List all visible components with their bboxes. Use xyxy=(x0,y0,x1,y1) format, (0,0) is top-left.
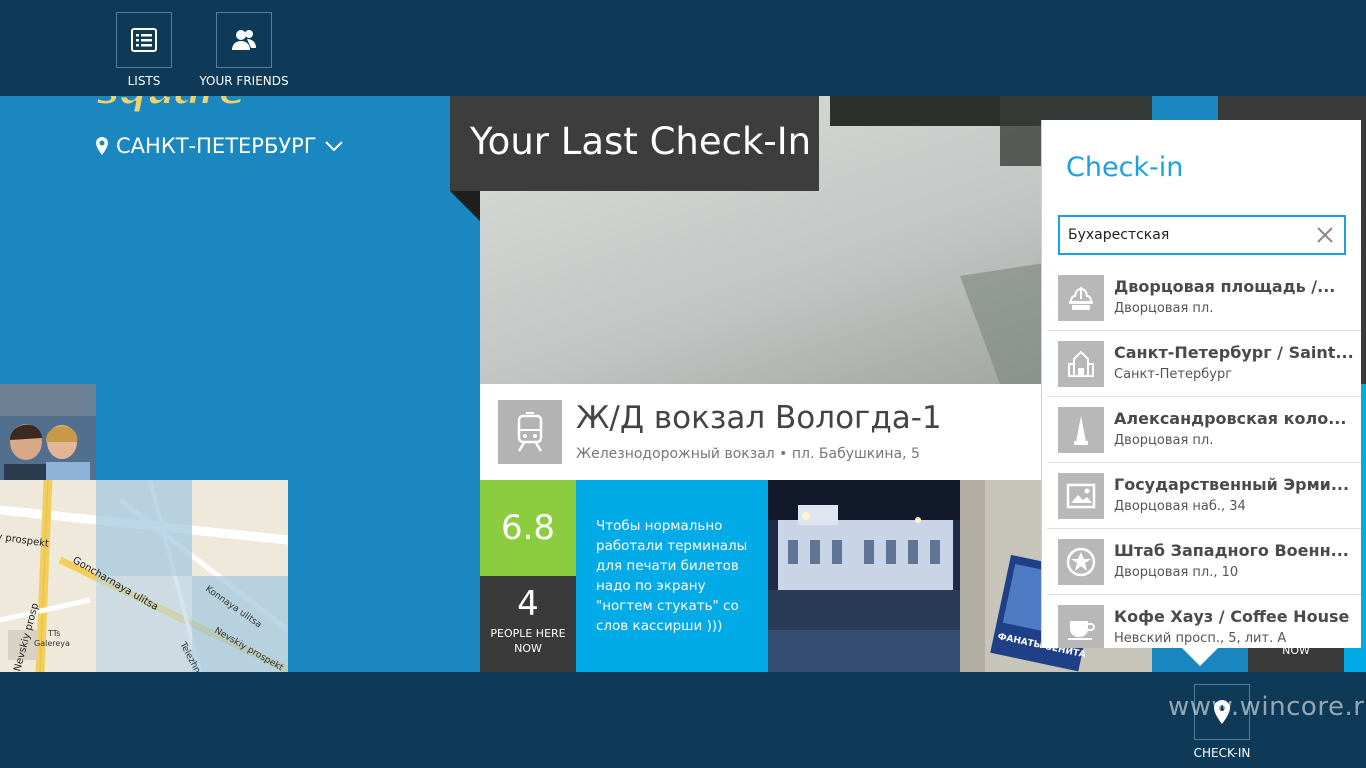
foursquare-app: foursquare САНКТ-ПЕТЕРБУРГ Me xyxy=(0,0,1366,768)
flyout-title: Check-in xyxy=(1066,152,1184,183)
venue-photo-station[interactable] xyxy=(768,480,960,672)
result-address: Дворцовая пл. xyxy=(1114,301,1214,316)
map-tile[interactable]: y prospekt Goncharnaya ulitsa Konnaya ul… xyxy=(0,480,288,672)
checkin-label: CHECK-IN xyxy=(1193,746,1251,760)
result-address: Дворцовая пл. xyxy=(1114,433,1214,448)
result-address: Дворцовая наб., 34 xyxy=(1114,499,1246,514)
me-tile[interactable]: Me xyxy=(0,384,96,480)
list-icon xyxy=(131,28,157,52)
lists-button[interactable]: LISTS xyxy=(94,12,194,88)
people-label: PEOPLE HERE NOW xyxy=(490,627,566,655)
result-item[interactable]: Кофе Хауз / Coffee House Невский просп.,… xyxy=(1047,595,1361,648)
flyout-pointer xyxy=(1182,648,1218,666)
monument-icon xyxy=(1058,407,1104,453)
coffee-cup-icon xyxy=(1058,605,1104,648)
result-name: Кофе Хауз / Coffee House xyxy=(1114,607,1350,626)
result-item[interactable]: Санкт-Петербург / Saint... Санкт-Петербу… xyxy=(1047,331,1361,397)
checkin-flyout: Check-in Дворцовая площадь /... Дворцова… xyxy=(1041,120,1361,648)
svg-text:TTs: TTs xyxy=(47,629,60,638)
venue-name: Ж/Д вокзал Вологда-1 xyxy=(576,400,942,436)
result-item[interactable]: Александровская коло... Дворцовая пл. xyxy=(1047,397,1361,463)
result-address: Дворцовая пл., 10 xyxy=(1114,565,1239,580)
result-name: Санкт-Петербург / Saint... xyxy=(1114,343,1354,362)
your-friends-label: YOUR FRIENDS xyxy=(199,74,289,88)
museum-picture-icon xyxy=(1058,473,1104,519)
results-list: Дворцовая площадь /... Дворцовая пл. Сан… xyxy=(1047,265,1361,648)
venue-tip[interactable]: Чтобы нормально работали терминалы для п… xyxy=(576,480,768,672)
result-name: Дворцовая площадь /... xyxy=(1114,277,1336,296)
top-app-bar: LISTS YOUR FRIENDS xyxy=(0,0,1366,96)
result-item[interactable]: Дворцовая площадь /... Дворцовая пл. xyxy=(1047,265,1361,331)
result-item[interactable]: Государственный Эрми... Дворцовая наб., … xyxy=(1047,463,1361,529)
last-checkin-title: Your Last Check-In xyxy=(450,96,819,191)
city-name: САНКТ-ПЕТЕРБУРГ xyxy=(116,134,317,158)
lists-label: LISTS xyxy=(127,74,161,88)
profile-photo xyxy=(0,384,96,480)
location-pin-icon xyxy=(96,137,108,155)
friends-icon xyxy=(232,30,256,50)
watermark: www.wincore.ru xyxy=(1168,692,1366,722)
chevron-down-icon xyxy=(324,141,343,152)
search-input[interactable] xyxy=(1060,217,1300,253)
city-selector[interactable]: САНКТ-ПЕТЕРБУРГ xyxy=(96,134,343,158)
bottom-app-bar: CHECK-IN www.wincore.ru xyxy=(0,672,1366,768)
title-fold-corner xyxy=(450,191,480,221)
city-map: y prospekt Goncharnaya ulitsa Konnaya ul… xyxy=(0,480,288,672)
city-building-icon xyxy=(1058,341,1104,387)
result-address: Невский просп., 5, лит. А xyxy=(1114,631,1287,646)
svg-text:Galereya: Galereya xyxy=(34,639,70,648)
fountain-icon xyxy=(1058,275,1104,321)
result-address: Санкт-Петербург xyxy=(1114,367,1233,382)
clear-icon[interactable] xyxy=(1316,226,1334,244)
result-name: Государственный Эрми... xyxy=(1114,475,1350,494)
search-box[interactable] xyxy=(1058,215,1346,255)
result-name: Штаб Западного Военн... xyxy=(1114,541,1349,560)
your-friends-button[interactable]: YOUR FRIENDS xyxy=(194,12,294,88)
result-name: Александровская коло... xyxy=(1114,409,1347,428)
train-icon xyxy=(498,400,562,464)
result-item[interactable]: Штаб Западного Военн... Дворцовая пл., 1… xyxy=(1047,529,1361,595)
venue-score: 6.8 xyxy=(480,480,576,576)
military-star-icon xyxy=(1058,539,1104,585)
venue-category-address: Железнодорожный вокзал • пл. Бабушкина, … xyxy=(576,446,920,462)
people-count: 4 xyxy=(517,584,539,624)
people-here-tile[interactable]: 4 PEOPLE HERE NOW xyxy=(480,576,576,672)
station-night-photo xyxy=(768,480,960,672)
